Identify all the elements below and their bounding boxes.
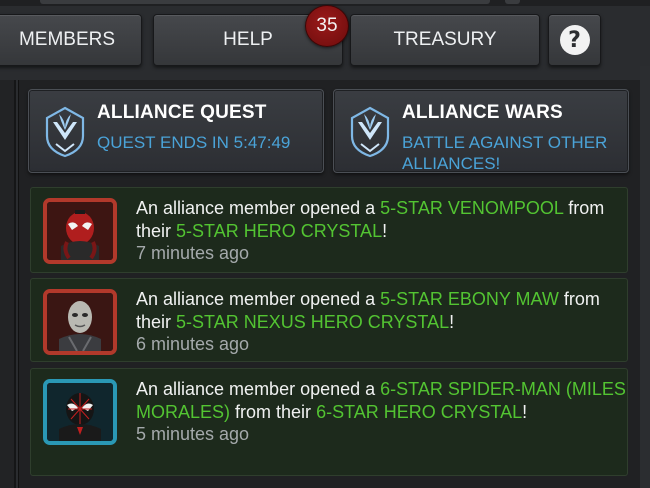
help-question-button[interactable]: ?	[548, 14, 601, 66]
feed-item: An alliance member opened a 6-STAR SPIDE…	[30, 368, 628, 476]
feed-text: !	[449, 311, 455, 332]
feed-message: An alliance member opened a 5-STAR EBONY…	[136, 288, 626, 356]
tab-help-label: HELP	[223, 29, 273, 50]
feed-message: An alliance member opened a 6-STAR SPIDE…	[136, 378, 626, 446]
alliance-wars-title: ALLIANCE WARS	[402, 102, 563, 123]
feed-item: An alliance member opened a 5-STAR VENOM…	[30, 187, 628, 273]
venompool-portrait-icon	[43, 198, 117, 264]
alliance-quest-card[interactable]: ALLIANCE QUEST QUEST ENDS IN 5:47:49	[28, 89, 324, 173]
tab-treasury-label: TREASURY	[393, 29, 497, 50]
alliance-quest-subtitle: QUEST ENDS IN 5:47:49	[97, 133, 291, 152]
alliance-emblem-icon	[45, 106, 85, 158]
left-rail	[0, 80, 16, 488]
help-count-badge: 35	[305, 5, 349, 47]
alliance-screen: MEMBERS HELP 35 TREASURY ? ALLIANCE QUES…	[0, 0, 650, 488]
crystal-name: 6-STAR HERO CRYSTAL	[316, 401, 523, 422]
feed-text: An alliance member opened a	[136, 379, 381, 399]
feed-timestamp: 6 minutes ago	[136, 334, 250, 354]
feed-timestamp: 5 minutes ago	[136, 424, 250, 444]
tab-members-label: MEMBERS	[18, 29, 116, 50]
champion-name: 5-STAR VENOMPOOL	[380, 198, 564, 218]
feed-item: An alliance member opened a 5-STAR EBONY…	[30, 278, 628, 362]
right-edge	[640, 66, 650, 488]
tab-treasury[interactable]: TREASURY	[350, 14, 540, 66]
champion-name: 5-STAR EBONY MAW	[380, 289, 559, 309]
ebony-maw-portrait-icon	[43, 289, 117, 355]
alliance-wars-subtitle: BATTLE AGAINST OTHER ALLIANCES!	[402, 133, 608, 173]
alliance-emblem-icon	[350, 106, 390, 158]
feed-text: An alliance member opened a	[136, 198, 381, 218]
feed-text: An alliance member opened a	[136, 289, 381, 309]
feed-text: !	[522, 401, 528, 422]
feed-text: !	[382, 220, 388, 241]
feed-timestamp: 7 minutes ago	[136, 243, 250, 263]
alliance-wars-card[interactable]: ALLIANCE WARS BATTLE AGAINST OTHER ALLIA…	[333, 89, 629, 173]
question-mark-icon: ?	[559, 25, 590, 55]
miles-morales-portrait-icon	[43, 379, 117, 445]
alliance-quest-title: ALLIANCE QUEST	[97, 102, 267, 123]
tab-members[interactable]: MEMBERS	[0, 14, 142, 66]
feed-text: from their	[230, 401, 317, 422]
crystal-name: 5-STAR HERO CRYSTAL	[176, 220, 383, 241]
crystal-name: 5-STAR NEXUS HERO CRYSTAL	[176, 311, 450, 332]
feed-message: An alliance member opened a 5-STAR VENOM…	[136, 197, 626, 265]
